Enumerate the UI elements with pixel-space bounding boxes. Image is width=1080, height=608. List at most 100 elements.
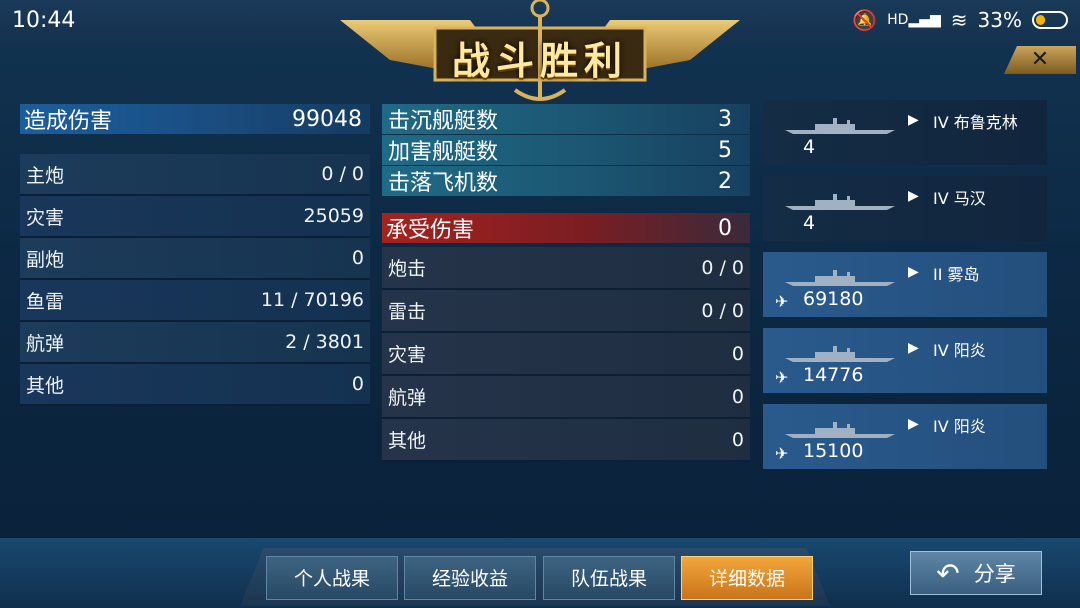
dealt-row-value: 0 [351,373,364,395]
close-icon: ✕ [1030,47,1050,72]
kill-row: 加害舰艇数 5 [382,135,750,165]
ship-tier: II [933,265,943,284]
ship-value: 15100 [803,440,864,462]
received-row-label: 其他 [388,430,427,452]
victory-emblem: 战斗胜利 [330,0,750,110]
ship-value: 69180 [803,288,864,310]
ship-card[interactable]: ▶ IV 马汉 4 [763,176,1047,241]
kill-row-label: 加害舰艇数 [388,140,499,165]
damage-dealt-header: 造成伤害 99048 [20,104,370,134]
dealt-row: 航弹 2 / 3801 [20,322,370,364]
damage-dealt-panel: 造成伤害 99048 主炮 0 / 0 灾害 25059 副炮 0 鱼雷 11 / 70196… [20,104,370,406]
received-row-value: 0 [731,342,744,365]
ship-card[interactable]: ▶ IV 阳炎 ✈ 15100 [763,404,1047,469]
wifi-icon: ≋ [950,8,968,32]
ship-class-icon: ▶ [908,112,919,128]
dealt-row-value: 0 / 0 [321,163,364,185]
ship-tier: IV [933,113,949,132]
received-row: 雷击 0 / 0 [382,290,750,333]
destroyer-icon [785,422,895,438]
dealt-row-value: 2 / 3801 [285,331,364,353]
received-row-value: 0 [731,428,744,451]
status-icons: 🔕 HD▂▄▆ ≋ 33% [852,8,1068,32]
ship-name: II 雾岛 [933,261,980,285]
damage-received-header: 承受伤害 0 [382,213,750,243]
ship-tier: IV [933,417,949,436]
ship-tier: IV [933,189,949,208]
damage-icon: ✈ [775,444,789,463]
ship-value: 4 [803,212,816,234]
dealt-row-label: 其他 [26,374,65,397]
ship-class-icon: ▶ [908,188,919,204]
kill-row-label: 击落飞机数 [388,171,499,196]
ship-name: IV 马汉 [933,185,986,209]
ship-name-text: 布鲁克林 [953,113,1018,132]
tab-3[interactable]: 详细数据 [681,556,813,600]
kill-row: 击沉舰艇数 3 [382,104,750,134]
damage-dealt-total: 99048 [292,106,362,132]
destroyer-icon [785,194,895,210]
ship-name: IV 阳炎 [933,337,986,361]
ship-card[interactable]: ▶ IV 布鲁克林 4 [763,100,1047,165]
hd-label: HD [887,12,909,28]
ship-list: ▶ IV 布鲁克林 4 ▶ IV 马汉 4 ▶ II 雾岛 ✈ 69180 ▶ IV 阳炎 ✈ 14776… [763,100,1047,480]
dealt-row-value: 25059 [303,205,364,227]
battleship-icon [785,270,895,286]
dealt-row-label: 主炮 [26,164,65,187]
dealt-row: 其他 0 [20,364,370,406]
dealt-row-label: 副炮 [26,248,65,271]
dealt-row: 副炮 0 [20,238,370,280]
destroyer-icon [785,346,895,362]
ship-card[interactable]: ▶ IV 阳炎 ✈ 14776 [763,328,1047,393]
page-title: 战斗胜利 [451,39,628,83]
signal-icon: HD▂▄▆ [887,12,941,28]
dealt-row-label: 鱼雷 [26,290,65,313]
received-row-value: 0 [731,385,744,408]
damage-received-total: 0 [718,215,732,241]
ship-name-text: 阳炎 [953,341,986,360]
ship-class-icon: ▶ [908,340,919,356]
dealt-row-label: 航弹 [26,332,65,355]
ship-name: IV 布鲁克林 [933,109,1018,133]
ship-value: 14776 [803,364,864,386]
ship-name-text: 马汉 [953,189,986,208]
ship-card[interactable]: ▶ II 雾岛 ✈ 69180 [763,252,1047,317]
dealt-row-value: 0 [351,247,364,269]
tab-0[interactable]: 个人战果 [266,556,398,600]
received-row-value: 0 / 0 [701,299,744,322]
ship-class-icon: ▶ [908,264,919,280]
close-button[interactable]: ✕ [1004,46,1076,74]
status-time: 10:44 [12,8,76,33]
received-row-value: 0 / 0 [701,256,744,279]
dealt-row: 鱼雷 11 / 70196 [20,280,370,322]
damage-dealt-label: 造成伤害 [24,109,113,134]
dealt-row-value: 11 / 70196 [260,289,364,311]
mute-icon: 🔕 [852,8,878,32]
received-row: 航弹 0 [382,376,750,419]
received-row: 炮击 0 / 0 [382,247,750,290]
share-label: 分享 [973,562,1016,586]
damage-received-label: 承受伤害 [386,218,475,243]
battery-icon [1032,11,1068,29]
tab-1[interactable]: 经验收益 [404,556,536,600]
received-row-label: 雷击 [388,301,427,323]
received-row-label: 灾害 [388,344,427,366]
kill-row-label: 击沉舰艇数 [388,109,499,134]
tab-2[interactable]: 队伍战果 [543,556,675,600]
damage-icon: ✈ [775,292,789,311]
battleship-icon [785,118,895,134]
ship-tier: IV [933,341,949,360]
kill-row: 击落飞机数 2 [382,166,750,196]
ship-name-text: 阳炎 [953,417,986,436]
received-row: 灾害 0 [382,333,750,376]
share-button[interactable]: ↶ 分享 [910,551,1042,595]
dealt-row: 主炮 0 / 0 [20,154,370,196]
ship-class-icon: ▶ [908,416,919,432]
ship-value: 4 [803,136,816,158]
received-row-label: 炮击 [388,258,427,280]
ship-name-text: 雾岛 [947,265,980,284]
ship-name: IV 阳炎 [933,413,986,437]
received-row: 其他 0 [382,419,750,462]
dealt-row: 灾害 25059 [20,196,370,238]
battery-text: 33% [977,8,1022,32]
